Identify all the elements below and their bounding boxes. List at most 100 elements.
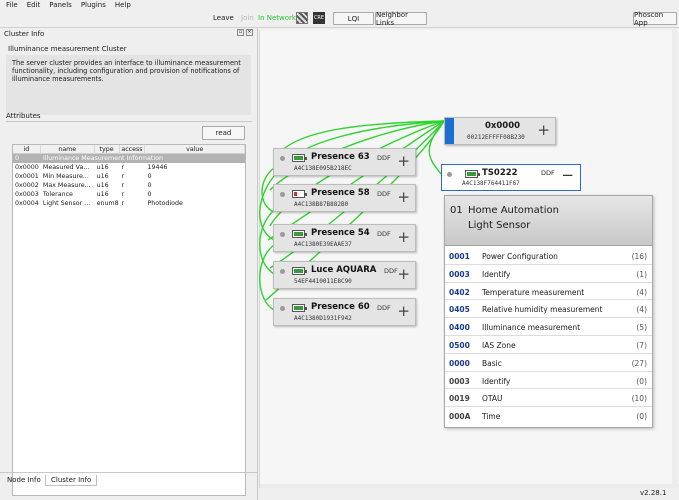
menu-help[interactable]: Help — [115, 1, 131, 9]
cluster-row[interactable]: 0400 Illuminance measurement (5) — [445, 318, 652, 336]
read-button[interactable]: read — [202, 126, 245, 140]
expand-icon[interactable]: + — [397, 264, 410, 284]
cluster-row[interactable]: 0402 Temperature measurement (4) — [445, 283, 652, 301]
menu-plugins[interactable]: Plugins — [81, 1, 106, 9]
cluster-row[interactable]: 0003 Identify (1) — [445, 265, 652, 283]
node-name: Presence 54 — [311, 228, 370, 238]
cell-access: r — [121, 182, 125, 189]
phoscon-app-button[interactable]: Phoscon App — [633, 11, 677, 27]
cell-id: 0x0002 — [15, 182, 39, 189]
table-row[interactable]: 0 Illuminance Measurement Information — [13, 154, 245, 163]
attributes-table: id name type access value 0 Illuminance … — [12, 144, 246, 496]
toolbar: Leave Join In Network CRE LQI Neighbor L… — [0, 10, 679, 28]
cluster-row[interactable]: 0405 Relative humidity measurement (4) — [445, 300, 652, 319]
menu-panels[interactable]: Panels — [49, 1, 72, 9]
ddf-label: DDF — [384, 267, 398, 275]
cluster-list: 0001 Power Configuration (16) 0003 Ident… — [445, 247, 652, 425]
device-node[interactable]: Luce AQUARA DDF 54EF4410011E8C90 + — [273, 261, 416, 289]
status-dot — [280, 232, 285, 237]
menu-edit[interactable]: Edit — [27, 1, 41, 9]
cluster-row[interactable]: 0500 IAS Zone (7) — [445, 336, 652, 354]
horizontal-scrollbar[interactable] — [260, 484, 679, 488]
device-node[interactable]: Presence 58 DDF A4C138B87B882B0 + — [273, 184, 416, 212]
table-row[interactable]: 0x0004 Light Sensor ... enum8 r Photodio… — [13, 199, 245, 208]
node-mac: A4C1380E39EAAE37 — [294, 241, 352, 248]
cell-id: 0 — [15, 155, 20, 162]
device-node[interactable]: Presence 54 DDF A4C1380E39EAAE37 + — [273, 224, 416, 252]
attribute-count: (7) — [636, 340, 647, 350]
table-row[interactable]: 0x0000 Measured Va... u16 r 19446 — [13, 163, 245, 172]
menu-bar: File Edit Panels Plugins Help — [0, 0, 679, 10]
menu-file[interactable]: File — [6, 1, 18, 9]
attributes-label: Attributes — [6, 112, 41, 120]
cluster-id: 0405 — [449, 305, 470, 315]
table-row[interactable]: 0x0003 Tolerance u16 r 0 — [13, 190, 245, 199]
tab-cluster-info[interactable]: Cluster Info — [45, 475, 98, 486]
cell-type: u16 — [96, 191, 109, 198]
vertical-scrollbar[interactable] — [672, 30, 678, 488]
expand-icon[interactable]: + — [397, 301, 410, 321]
endpoint-number: 01 — [450, 205, 463, 216]
panel-controls: ▫ × — [237, 29, 253, 36]
cluster-row[interactable]: 0003 Identify (0) — [445, 372, 652, 390]
attribute-count: (5) — [636, 323, 647, 333]
attribute-count: (10) — [631, 394, 647, 404]
table-row[interactable]: 0x0001 Min Measure... u16 r 0 — [13, 172, 245, 181]
cluster-name: Time — [482, 412, 501, 422]
cell-access: r — [121, 164, 125, 171]
cluster-name: Relative humidity measurement — [482, 305, 603, 315]
cluster-row[interactable]: 0019 OTAU (10) — [445, 389, 652, 408]
cell-name: Illuminance Measurement Information — [42, 155, 163, 162]
node-name: 0x0000 — [485, 121, 521, 131]
expand-icon[interactable]: + — [537, 120, 550, 140]
table-header: id name type access value — [13, 144, 245, 154]
node-name: Presence 58 — [311, 188, 370, 198]
lqi-button[interactable]: LQI — [333, 12, 374, 25]
cluster-name: Illuminance measurement Cluster — [8, 45, 127, 53]
device-node[interactable]: Presence 63 DDF A4C138E095B218EC + — [273, 148, 416, 176]
table-row[interactable]: 0x0002 Max Measure... u16 r 0 — [13, 181, 245, 190]
cell-type: u16 — [96, 182, 109, 189]
column-name[interactable]: name — [41, 144, 95, 154]
node-mac: A4C138B87B882B0 — [294, 201, 349, 208]
status-dot — [447, 172, 452, 177]
cre-icon[interactable]: CRE — [313, 12, 325, 24]
column-type[interactable]: type — [95, 144, 120, 154]
cluster-id: 0000 — [449, 358, 470, 368]
selected-device-node[interactable]: TS0222 DDF A4C138F764411F67 − — [441, 164, 581, 191]
version-label: v2.28.1 — [640, 489, 667, 497]
column-id[interactable]: id — [13, 144, 41, 154]
cluster-name: Illuminance measurement — [482, 323, 581, 333]
leave-button[interactable]: Leave — [213, 14, 234, 22]
join-button[interactable]: Join — [241, 14, 254, 22]
close-icon[interactable]: × — [246, 29, 253, 36]
cluster-row[interactable]: 0000 Basic (27) — [445, 354, 652, 372]
expand-icon[interactable]: + — [397, 227, 410, 247]
cluster-row[interactable]: 0001 Power Configuration (16) — [445, 247, 652, 265]
neighbor-links-button[interactable]: Neighbor Links — [375, 11, 427, 27]
cell-id: 0x0000 — [15, 164, 39, 171]
column-access[interactable]: access — [120, 144, 146, 154]
column-value[interactable]: value — [145, 144, 245, 154]
expand-icon[interactable]: + — [397, 187, 410, 207]
coordinator-node[interactable]: 0x0000 00212EFFFF08B230 + — [444, 117, 556, 145]
attribute-count: (0) — [636, 376, 647, 386]
ddf-label: DDF — [377, 154, 391, 162]
collapse-icon[interactable]: − — [561, 165, 574, 185]
cluster-name: Identify — [482, 269, 511, 279]
float-icon[interactable]: ▫ — [237, 29, 244, 36]
tab-node-info[interactable]: Node Info — [2, 475, 46, 486]
battery-icon — [292, 267, 307, 275]
cluster-id: 000A — [449, 412, 471, 422]
device-node[interactable]: Presence 60 DDF A4C1380D1931F942 + — [273, 298, 416, 326]
qr-icon[interactable] — [296, 12, 308, 24]
cell-name: Light Sensor ... — [42, 200, 91, 207]
cell-name: Min Measure... — [42, 173, 89, 180]
cell-value: Photodiode — [147, 200, 183, 207]
cluster-name: Temperature measurement — [482, 287, 585, 297]
cluster-row[interactable]: 000A Time (0) — [445, 407, 652, 425]
cell-name: Measured Va... — [42, 164, 90, 171]
status-dot — [280, 306, 285, 311]
expand-icon[interactable]: + — [397, 151, 410, 171]
endpoint-header[interactable]: 01 Home Automation Light Sensor — [445, 196, 652, 246]
